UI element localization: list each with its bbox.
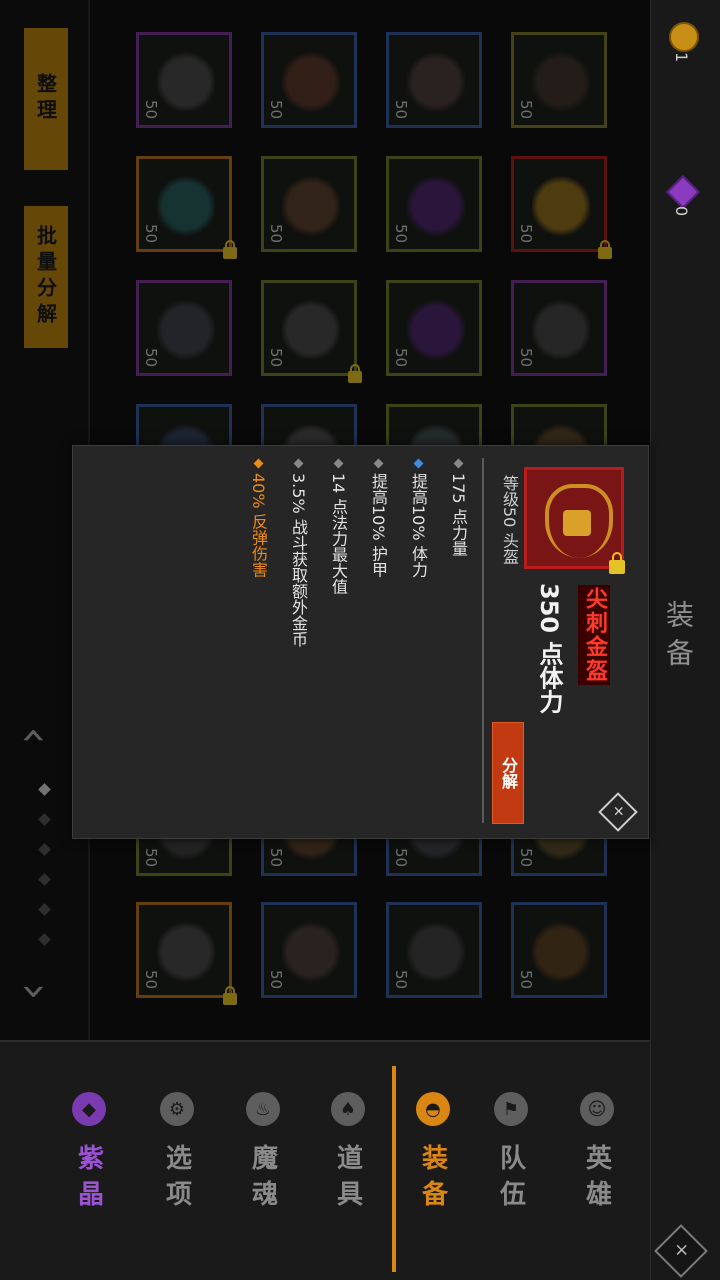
nav-tab[interactable]: ♨ 魔魂	[228, 1092, 298, 1272]
stat-line: 3.5% 战斗获取额外金币	[286, 458, 310, 647]
nav-tab-label: 紫晶	[73, 1144, 104, 1216]
stat-text: 提高10% 体力	[409, 473, 428, 578]
stat-line: 40% 反弹伤害	[246, 458, 270, 578]
item-name: 尖刺金盔	[578, 585, 610, 685]
bullet-icon	[453, 458, 463, 469]
nav-tab-label: 装备	[417, 1144, 448, 1216]
nav-tab[interactable]: ⚙ 选项	[142, 1092, 212, 1272]
stat-text: 14 点法力最大值	[329, 473, 348, 595]
nav-tab[interactable]: ⚑ 队伍	[476, 1092, 546, 1272]
stat-line: 提高10% 护甲	[366, 458, 390, 578]
team-icon: ⚑	[494, 1092, 528, 1126]
nav-tab-label: 魔魂	[247, 1144, 278, 1216]
item-level-type: 等级50 头盔	[500, 475, 519, 565]
close-icon: ×	[674, 1239, 690, 1261]
decompose-button[interactable]: 分解	[492, 722, 524, 824]
nav-tab-label: 选项	[161, 1144, 192, 1216]
close-icon: ×	[612, 803, 625, 820]
bottom-nav: ☺ 英雄 ⚑ 队伍 ◓ 装备 ♠ 道具 ♨ 魔魂 ⚙ 选项 ◆ 紫晶	[0, 1040, 650, 1280]
stat-text: 3.5% 战斗获取额外金币	[289, 473, 308, 647]
hero-icon: ☺	[580, 1092, 614, 1126]
purple-crystal-icon: ◆	[72, 1092, 106, 1126]
item-bag-icon: ♠	[331, 1092, 365, 1126]
nav-tab[interactable]: ☺ 英雄	[562, 1092, 632, 1272]
divider	[482, 458, 484, 823]
gold-coin-icon	[669, 22, 699, 52]
item-icon	[524, 467, 624, 569]
bullet-icon	[413, 458, 423, 469]
gear-icon: ⚙	[160, 1092, 194, 1126]
game-screen: 整理 批量分解 50 50 50 50 50 50 50 50 50 50 50 50 50 50 50 50…	[0, 0, 720, 1280]
bullet-icon	[253, 458, 263, 469]
soul-flame-icon: ♨	[246, 1092, 280, 1126]
stat-text: 提高10% 护甲	[369, 473, 388, 578]
stat-line: 提高10% 体力	[406, 458, 430, 578]
item-main-stat: 350 点体力	[535, 583, 563, 714]
stat-line: 14 点法力最大值	[326, 458, 350, 595]
stat-text: 40% 反弹伤害	[249, 473, 268, 578]
gem-amount: 0	[672, 206, 691, 217]
nav-tab[interactable]: ♠ 道具	[313, 1092, 383, 1272]
helmet-icon: ◓	[416, 1092, 450, 1126]
stat-text: 175 点力量	[449, 473, 468, 557]
bullet-icon	[293, 458, 303, 469]
lock-icon[interactable]	[609, 552, 625, 574]
nav-tab-label: 道具	[332, 1144, 363, 1216]
gold-amount: 1	[672, 52, 691, 63]
stat-line: 175 点力量	[446, 458, 470, 557]
bullet-icon	[333, 458, 343, 469]
nav-tab[interactable]: ◆ 紫晶	[54, 1092, 124, 1272]
nav-tab-label: 英雄	[581, 1144, 612, 1216]
nav-tab[interactable]: ◓ 装备	[392, 1066, 468, 1272]
nav-tab-label: 队伍	[495, 1144, 526, 1216]
section-title: 装备	[662, 600, 695, 676]
bullet-icon	[373, 458, 383, 469]
